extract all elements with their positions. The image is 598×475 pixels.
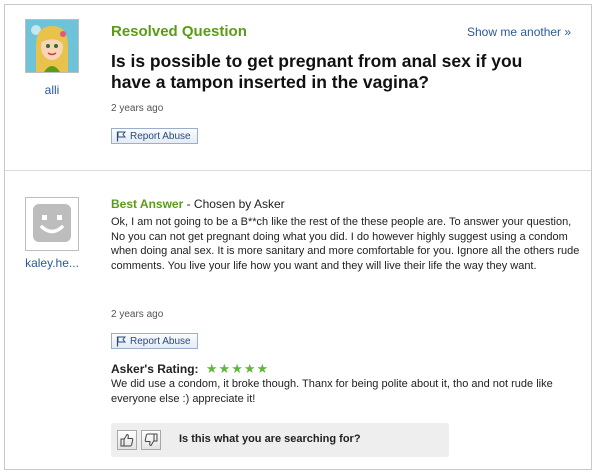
resolved-question-heading: Resolved Question — [111, 23, 247, 40]
asker-name[interactable]: alli — [17, 83, 87, 97]
asker-avatar-image — [26, 20, 78, 72]
answer-text: Ok, I am not going to be a B**ch like th… — [111, 216, 580, 272]
chosen-by-label: - Chosen by Asker — [183, 197, 285, 211]
thumbs-up-button[interactable] — [117, 430, 137, 450]
best-answer-label: Best Answer — [111, 197, 184, 211]
rating-comment: We did use a condom, it broke though. Th… — [111, 378, 553, 405]
report-abuse-label: Report Abuse — [130, 335, 191, 347]
report-abuse-label: Report Abuse — [130, 130, 191, 142]
rating-stars: ★★★★★ — [205, 361, 270, 376]
qa-page: alli Resolved Question Show me another »… — [4, 4, 592, 470]
section-divider — [5, 170, 591, 171]
flag-icon — [116, 131, 126, 141]
default-avatar-icon — [26, 198, 78, 250]
thumbs-down-button[interactable] — [141, 430, 161, 450]
best-answer-heading: Best Answer - Chosen by Asker — [111, 197, 285, 211]
answerer-avatar[interactable] — [25, 197, 79, 251]
asker-avatar[interactable] — [25, 19, 79, 73]
feedback-bar: Is this what you are searching for? — [111, 423, 449, 457]
askers-rating: Asker's Rating: ★★★★★ — [111, 361, 269, 377]
answer-time-ago: 2 years ago — [111, 309, 164, 320]
show-me-another-link[interactable]: Show me another » — [467, 25, 571, 39]
rating-label: Asker's Rating: — [111, 362, 199, 376]
question-report-abuse-button[interactable]: Report Abuse — [111, 128, 198, 144]
question-title: Is is possible to get pregnant from anal… — [111, 51, 523, 92]
thumbs-up-icon — [120, 433, 134, 447]
thumbs-down-icon — [144, 433, 158, 447]
flag-icon — [116, 336, 126, 346]
answerer-name[interactable]: kaley.he... — [17, 256, 87, 270]
answer-report-abuse-button[interactable]: Report Abuse — [111, 333, 198, 349]
question-time-ago: 2 years ago — [111, 103, 164, 114]
feedback-question: Is this what you are searching for? — [179, 433, 361, 445]
